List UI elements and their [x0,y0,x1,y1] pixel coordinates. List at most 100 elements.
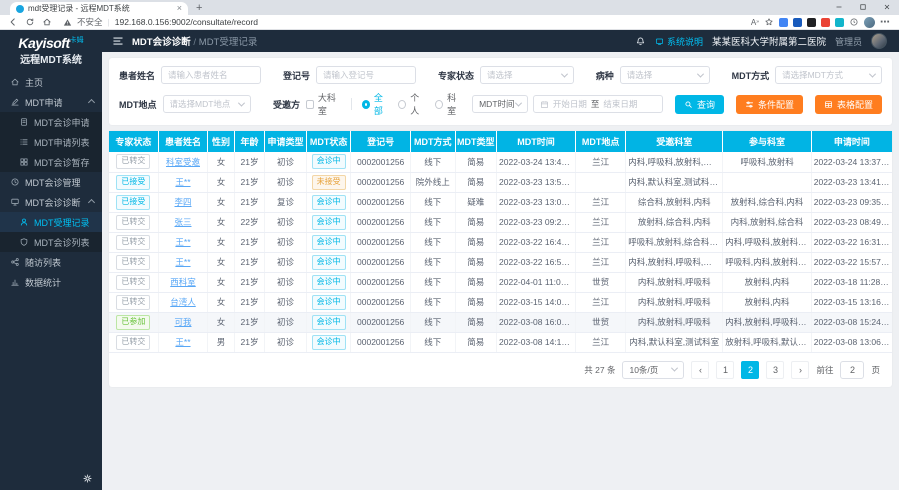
cell-mdt-type: 简易 [455,252,496,272]
patient-name-link[interactable]: 科室受邀 [166,157,200,167]
patient-name-link[interactable]: 台湾人 [170,297,196,307]
expert-status-select[interactable]: 请选择 [480,66,574,84]
mdt-time-select[interactable]: MDT时间 [472,95,528,113]
sidebar-item-mdt-manage[interactable]: MDT会诊管理 [0,172,102,192]
browser-tab[interactable]: mdt受理记录 - 远程MDT系统 × [10,2,188,15]
patient-name-link[interactable]: 张三 [174,217,191,227]
extension-icon-4[interactable] [821,18,830,27]
column-header: 登记号 [351,131,411,152]
cell-mdt-time: 2022-03-24 13:40:00 [497,152,576,172]
page-size-select[interactable]: 10条/页 [622,361,684,379]
cell-joined-depts: 放射科,内科 [723,272,811,292]
patient-name-link[interactable]: 王** [175,257,190,267]
column-header: 年龄 [234,131,265,152]
prev-page-button[interactable]: ‹ [691,361,709,379]
page-button-1[interactable]: 1 [716,361,734,379]
cell-mdt-time: 2022-03-23 09:20:00 [497,212,576,232]
filter-row-2: MDT地点 请选择MDT地点 受邀方 大科室 全部 个人 科室 MDT时间 开始… [119,91,882,117]
patient-name-link[interactable]: 王** [175,237,190,247]
monitor-icon [10,197,20,207]
date-start-placeholder: 开始日期 [553,98,587,110]
patient-name-link[interactable]: 王** [175,337,190,347]
big-dept-checkbox[interactable]: 大科室 [306,91,341,117]
condition-config-button[interactable]: 条件配置 [736,95,803,114]
logo-text: Kayisoft [18,35,69,51]
extension-icon-5[interactable] [835,18,844,27]
column-header: MDT时间 [497,131,576,152]
mdt-mode-select[interactable]: 请选择MDT方式 [775,66,882,84]
cell-apply-time: 2022-03-08 13:06:56 [811,332,892,352]
patient-name-link[interactable]: 李四 [174,197,191,207]
table-config-button[interactable]: 表格配置 [815,95,882,114]
radio-personal[interactable]: 个人 [398,91,425,117]
disease-select[interactable]: 请选择 [620,66,710,84]
system-help-link[interactable]: 系统说明 [655,35,703,48]
cell-joined-depts: 内科,放射科,呼吸科,测试科室 [723,312,811,332]
table-row: 已接受王**女21岁初诊未接受0002001256院外线上简易2022-03-2… [109,172,892,192]
cell-mdt-time: 2022-03-15 14:00:00 [497,292,576,312]
user-avatar[interactable] [871,33,887,49]
back-icon[interactable] [8,17,18,27]
breadcrumb-parent[interactable]: MDT会诊诊断 [132,37,191,48]
sidebar-item-mdt-apply[interactable]: MDT申请 [0,92,102,112]
cell-mdt-mode: 线下 [410,232,455,252]
collapse-menu-icon[interactable] [112,35,124,47]
table-row: 已转交台湾人女21岁初诊会诊中0002001256线下简易2022-03-15 … [109,292,892,312]
search-button[interactable]: 查询 [675,95,724,114]
patient-name-link[interactable]: 王** [175,177,190,187]
window-controls [827,0,899,14]
patient-name-input[interactable] [161,66,261,84]
radio-dept[interactable]: 科室 [435,91,462,117]
new-tab-button[interactable]: + [196,2,202,15]
sidebar-item-mdt-consult-apply[interactable]: MDT会诊申请 [0,112,102,132]
minimize-button[interactable] [827,0,851,14]
page-button-3[interactable]: 3 [766,361,784,379]
goto-page-input[interactable] [840,361,864,379]
patient-name-link[interactable]: 可我 [174,317,191,327]
cell-apply-time: 2022-03-23 13:41:45 [811,172,892,192]
sidebar-item-mdt-apply-list[interactable]: MDT申请列表 [0,132,102,152]
menu-dots-icon[interactable]: ⋯ [880,17,891,28]
sidebar-item-mdt-record[interactable]: MDT受理记录 [0,212,102,232]
mdt-place-select[interactable]: 请选择MDT地点 [163,95,251,113]
extension-icon-1[interactable] [779,18,788,27]
read-aloud-icon[interactable]: A» [751,18,759,27]
tab-close-icon[interactable]: × [177,4,182,13]
close-window-button[interactable] [875,0,899,14]
cell-age: 21岁 [234,252,265,272]
register-no-input[interactable] [316,66,416,84]
mdt-status-tag: 会诊中 [312,195,346,210]
sidebar-item-mdt-consult-draft[interactable]: MDT会诊暂存 [0,152,102,172]
reload-icon[interactable] [25,17,35,27]
bookmark-star-icon[interactable] [764,17,774,27]
home-icon[interactable] [42,17,52,27]
extension-icon-3[interactable] [807,18,816,27]
sidebar-item-statistics[interactable]: 数据统计 [0,272,102,292]
maximize-button[interactable] [851,0,875,14]
patient-name-link[interactable]: 西科室 [170,277,196,287]
extension-icon-2[interactable] [793,18,802,27]
expert-status-tag: 已转交 [116,335,150,350]
url-box[interactable]: 不安全 | 192.168.0.156:9002/consultate/reco… [59,16,744,28]
radio-all[interactable]: 全部 [362,91,389,117]
date-range-picker[interactable]: 开始日期 至 结束日期 [533,95,663,113]
profile-avatar[interactable] [864,17,875,28]
settings-gear-icon[interactable] [82,473,93,484]
submenu-mdt-apply: MDT会诊申请MDT申请列表MDT会诊暂存 [0,112,102,172]
cell-invited-depts: 内科,放射科,呼吸科 [626,312,723,332]
next-page-button[interactable]: › [791,361,809,379]
sidebar-item-label: MDT会诊列表 [34,236,90,249]
cell-expert-status: 已转交 [109,272,158,292]
notification-bell-icon[interactable] [635,36,646,47]
sidebar-item-mdt-consult-list[interactable]: MDT会诊列表 [0,232,102,252]
sidebar-item-home[interactable]: 主页 [0,72,102,92]
sidebar-item-followup-list[interactable]: 随访列表 [0,252,102,272]
browser-action-icons: A» ⋯ [751,17,891,28]
page-button-2[interactable]: 2 [741,361,759,379]
sidebar-item-mdt-diagnose[interactable]: MDT会诊诊断 [0,192,102,212]
mdt-status-tag: 会诊中 [312,255,346,270]
sync-icon[interactable] [849,17,859,27]
expert-status-label: 专家状态 [438,69,474,82]
cell-apply-type: 初诊 [265,172,306,192]
column-header: 患者姓名 [158,131,207,152]
